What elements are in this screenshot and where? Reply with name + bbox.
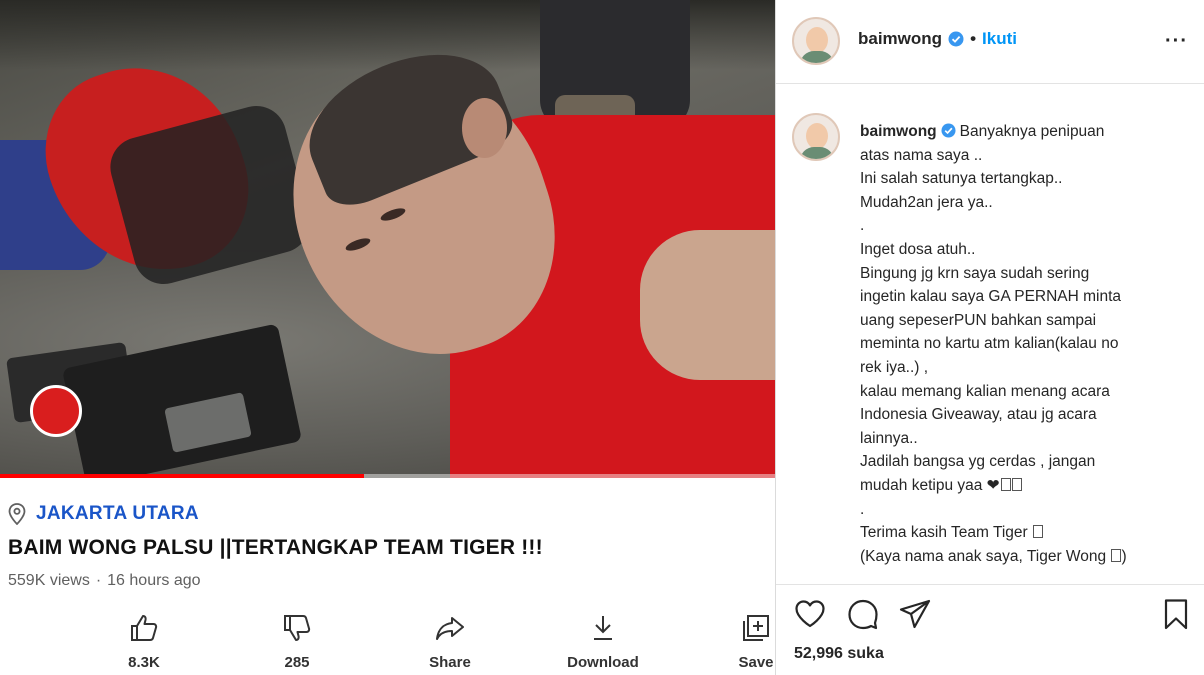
caption-line-suffix: ) bbox=[1121, 547, 1127, 565]
post-header: baimwong • Ikuti ··· bbox=[776, 0, 1204, 84]
post-caption: baimwong Banyaknya penipuan atas nama say… bbox=[776, 85, 1204, 583]
video-progress-fill bbox=[0, 474, 365, 478]
caption-line-text: Banyaknya penipuan bbox=[959, 123, 1105, 140]
caption-line-text: mudah ketipu yaa ❤ bbox=[860, 476, 1000, 494]
video-meta: 559K views · 16 hours ago bbox=[8, 572, 201, 590]
thumbs-up-icon bbox=[131, 615, 158, 641]
caption-line: Ini salah satunya tertangkap.. bbox=[860, 170, 1063, 188]
download-icon bbox=[594, 616, 612, 640]
post-actions-bar: 52,996 suka bbox=[776, 584, 1204, 675]
caption-line: ingetin kalau saya GA PERNAH minta bbox=[860, 288, 1122, 306]
verified-badge-icon bbox=[948, 31, 964, 47]
download-button[interactable]: Download bbox=[553, 612, 653, 671]
thumbs-down-icon bbox=[284, 615, 311, 641]
view-count: 559K views bbox=[8, 572, 90, 589]
caption-line: Mudah2an jera ya.. bbox=[860, 193, 993, 211]
bookmark-icon[interactable] bbox=[1159, 597, 1193, 631]
more-options-icon[interactable]: ··· bbox=[1165, 30, 1188, 53]
caption-line: atas nama saya .. bbox=[860, 146, 983, 164]
caption-line: meminta no kartu atm kalian(kalau no bbox=[860, 335, 1119, 353]
caption-line: baimwong Banyaknya penipuan bbox=[860, 120, 1190, 144]
caption-line: uang sepeserPUN bahkan sampai bbox=[860, 311, 1097, 329]
caption-text: baimwong Banyaknya penipuan atas nama say… bbox=[860, 120, 1190, 568]
missing-emoji-icon bbox=[1111, 548, 1122, 562]
like-count[interactable]: 52,996 suka bbox=[794, 645, 884, 663]
missing-emoji-icon bbox=[1033, 525, 1044, 539]
caption-avatar[interactable] bbox=[792, 113, 840, 161]
caption-line: . bbox=[860, 500, 865, 518]
caption-line-text: (Kaya nama anak saya, Tiger Wong bbox=[860, 547, 1107, 565]
caption-username[interactable]: baimwong bbox=[860, 123, 937, 140]
header-username[interactable]: baimwong bbox=[858, 29, 942, 49]
video-location[interactable]: JAKARTA UTARA bbox=[8, 503, 199, 525]
download-label: Download bbox=[567, 654, 639, 671]
video-frame-ear bbox=[462, 98, 507, 158]
send-icon[interactable] bbox=[898, 597, 932, 631]
comment-icon[interactable] bbox=[846, 597, 880, 631]
caption-line: lainnya.. bbox=[860, 429, 918, 447]
location-label: JAKARTA UTARA bbox=[36, 503, 199, 524]
avatar-face bbox=[806, 123, 828, 149]
video-frame-arm bbox=[640, 230, 775, 380]
avatar-body bbox=[800, 51, 834, 63]
channel-watermark-text bbox=[84, 393, 144, 425]
add-to-playlist-icon bbox=[743, 615, 769, 641]
share-arrow-icon bbox=[436, 617, 464, 640]
caption-line: (Kaya nama anak saya, Tiger Wong ) bbox=[860, 545, 1190, 569]
avatar-face bbox=[806, 27, 828, 53]
dislike-button[interactable]: 285 bbox=[247, 612, 347, 671]
caption-line: Bingung jg krn saya sudah sering bbox=[860, 264, 1090, 282]
avatar[interactable] bbox=[792, 17, 840, 65]
caption-line: Terima kasih Team Tiger bbox=[860, 521, 1190, 545]
like-button[interactable]: 8.3K bbox=[94, 612, 194, 671]
caption-line: kalau memang kalian menang acara bbox=[860, 382, 1110, 400]
meta-separator: · bbox=[95, 572, 102, 589]
screenshot-root: JAKARTA UTARA BAIM WONG PALSU ||TERTANGK… bbox=[0, 0, 1204, 675]
location-pin-icon bbox=[8, 503, 26, 525]
follow-button[interactable]: Ikuti bbox=[982, 29, 1017, 49]
caption-line: Inget dosa atuh.. bbox=[860, 240, 976, 258]
caption-line-text: Terima kasih Team Tiger bbox=[860, 524, 1028, 542]
dislike-count: 285 bbox=[284, 654, 310, 671]
caption-line: . bbox=[860, 217, 865, 235]
video-progress-bar[interactable] bbox=[0, 474, 775, 478]
upload-time: 16 hours ago bbox=[107, 572, 201, 589]
header-dot: • bbox=[970, 29, 977, 48]
youtube-panel: JAKARTA UTARA BAIM WONG PALSU ||TERTANGK… bbox=[0, 0, 775, 675]
channel-watermark-logo bbox=[30, 385, 82, 437]
caption-line: Indonesia Giveaway, atau jg acara bbox=[860, 406, 1097, 424]
heart-icon[interactable] bbox=[793, 597, 827, 631]
save-label: Save bbox=[738, 654, 774, 671]
caption-line: rek iya..) , bbox=[860, 358, 929, 376]
missing-emoji-icon bbox=[1011, 477, 1022, 491]
video-title[interactable]: BAIM WONG PALSU ||TERTANGKAP TEAM TIGER … bbox=[8, 536, 543, 560]
instagram-panel: baimwong • Ikuti ··· baimwong Banyaknya p… bbox=[776, 0, 1204, 675]
avatar-body bbox=[800, 147, 834, 159]
missing-emoji-icon bbox=[1000, 477, 1011, 491]
video-actions-bar: 8.3K 285 Share Download Save bbox=[0, 612, 775, 675]
share-button[interactable]: Share bbox=[400, 612, 500, 671]
verified-badge-icon bbox=[941, 123, 956, 138]
caption-line: mudah ketipu yaa ❤ bbox=[860, 474, 1190, 498]
video-player[interactable] bbox=[0, 0, 775, 478]
caption-line: Jadilah bangsa yg cerdas , jangan bbox=[860, 453, 1096, 471]
share-label: Share bbox=[429, 654, 471, 671]
like-count: 8.3K bbox=[128, 654, 160, 671]
header-user-row: baimwong • Ikuti bbox=[858, 29, 1017, 49]
